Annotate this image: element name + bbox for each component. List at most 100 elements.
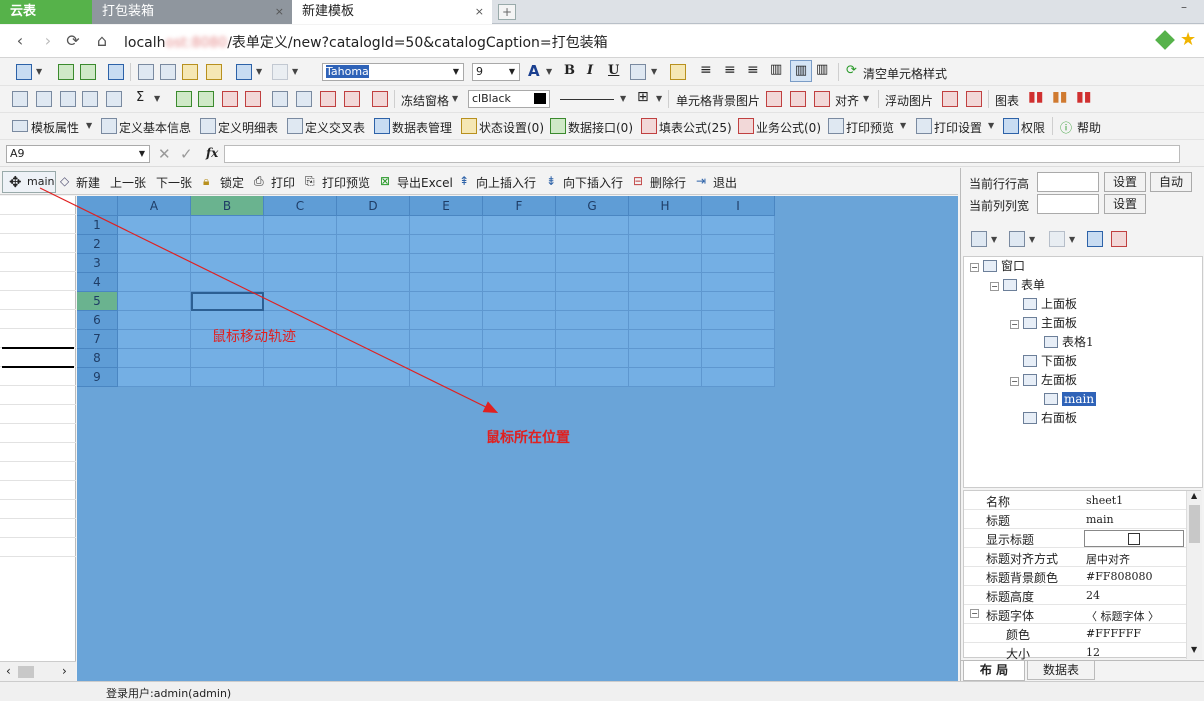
left-grid-row[interactable] <box>0 196 76 215</box>
barcode-icon[interactable]: ▥ <box>790 60 812 82</box>
grid-cell[interactable] <box>337 311 410 330</box>
copy-icon[interactable] <box>160 64 176 80</box>
row-header[interactable]: 7 <box>77 330 118 349</box>
grid-cell[interactable] <box>629 311 702 330</box>
tree-node-main-panel[interactable]: − 主面板 <box>1010 314 1077 332</box>
clear-style-button[interactable]: 清空单元格样式 <box>863 65 947 82</box>
left-grid-row[interactable] <box>0 215 76 234</box>
left-grid-row[interactable] <box>0 329 76 348</box>
table-icon[interactable] <box>60 91 76 107</box>
grid-cell[interactable] <box>337 216 410 235</box>
grid-cell[interactable] <box>264 235 337 254</box>
row-header[interactable]: 8 <box>77 349 118 368</box>
forward-icon[interactable]: › <box>38 31 58 51</box>
print-settings-button[interactable]: 打印设置 <box>934 119 982 136</box>
scroll-thumb[interactable] <box>1189 505 1200 543</box>
percent-icon[interactable] <box>372 91 388 107</box>
underline-icon[interactable]: U <box>608 63 619 78</box>
insert-icon[interactable] <box>176 91 192 107</box>
tree-node-table1[interactable]: 表格1 <box>1044 333 1094 351</box>
grid-cell[interactable] <box>556 254 629 273</box>
grid-cell[interactable] <box>702 273 775 292</box>
row-header[interactable]: 6 <box>77 311 118 330</box>
chevron-down-icon[interactable]: ▼ <box>154 94 160 103</box>
column-header[interactable]: D <box>337 196 410 216</box>
star-icon[interactable]: ★ <box>1180 29 1196 50</box>
grid-cell[interactable] <box>337 368 410 387</box>
column-header[interactable]: F <box>483 196 556 216</box>
print-preview-button[interactable]: 打印预览 <box>846 119 894 136</box>
paste-icon[interactable] <box>182 64 198 80</box>
split-panel-icon[interactable] <box>1009 231 1025 247</box>
tree-node-window[interactable]: − 窗口 <box>970 257 1025 275</box>
grid-cell[interactable] <box>264 273 337 292</box>
grid-cell[interactable] <box>702 254 775 273</box>
chevron-down-icon[interactable]: ▼ <box>620 94 626 103</box>
undo-icon[interactable] <box>236 64 252 80</box>
color-select[interactable]: clBlack <box>468 90 550 108</box>
scroll-left-icon[interactable]: ‹ <box>6 664 11 678</box>
grid-cell[interactable] <box>702 235 775 254</box>
grid-cell[interactable] <box>337 254 410 273</box>
fill-formula-button[interactable]: 填表公式(25) <box>659 119 732 136</box>
grid-icon[interactable] <box>1087 231 1103 247</box>
grid-cell[interactable] <box>702 368 775 387</box>
minimize-button[interactable]: – <box>1174 0 1194 18</box>
grid-cell[interactable] <box>629 216 702 235</box>
property-value[interactable]: 居中对齐 <box>1086 551 1130 567</box>
left-grid-row[interactable] <box>0 405 76 424</box>
grid-cell[interactable] <box>629 235 702 254</box>
grid-cell[interactable] <box>556 273 629 292</box>
split-icon[interactable] <box>320 91 336 107</box>
vertical-scrollbar[interactable]: ▲ ▼ <box>1186 491 1202 659</box>
grid-cell[interactable] <box>483 292 556 311</box>
grid-cell[interactable] <box>702 311 775 330</box>
grid-cell[interactable] <box>118 254 191 273</box>
close-icon[interactable]: × <box>475 0 484 24</box>
split-icon[interactable] <box>344 91 360 107</box>
line-style-preview[interactable] <box>560 99 614 100</box>
chevron-down-icon[interactable]: ▼ <box>988 121 994 130</box>
delete-icon[interactable] <box>222 91 238 107</box>
grid-cell[interactable] <box>118 273 191 292</box>
left-grid-row[interactable] <box>0 519 76 538</box>
grid-cell[interactable] <box>629 330 702 349</box>
column-header[interactable]: I <box>702 196 775 216</box>
left-grid-row[interactable] <box>0 386 76 405</box>
tree-node-right-panel[interactable]: 右面板 <box>1023 409 1077 427</box>
grid-cell[interactable] <box>556 330 629 349</box>
property-value[interactable]: #FF808080 <box>1086 570 1152 583</box>
auto-button[interactable]: 自动 <box>1150 172 1192 192</box>
chart-button[interactable]: 图表 <box>995 92 1019 109</box>
grid-cell[interactable] <box>410 349 483 368</box>
grid-cell[interactable] <box>337 273 410 292</box>
left-grid-row[interactable] <box>0 462 76 481</box>
add-image-icon[interactable] <box>942 91 958 107</box>
chevron-down-icon[interactable]: ▼ <box>1069 235 1075 244</box>
left-grid-row[interactable] <box>0 272 76 291</box>
grid-cell[interactable] <box>118 235 191 254</box>
help-button[interactable]: 帮助 <box>1077 119 1101 136</box>
extension-icon[interactable] <box>1155 30 1175 50</box>
chevron-down-icon[interactable]: ▼ <box>256 67 262 76</box>
cancel-icon[interactable]: ✕ <box>158 145 171 163</box>
chevron-down-icon[interactable]: ▼ <box>900 121 906 130</box>
row-header[interactable]: 5 <box>77 292 118 311</box>
grid-cell[interactable] <box>337 330 410 349</box>
grid-cell[interactable] <box>264 349 337 368</box>
property-row[interactable]: − 标题字体 〈 标题字体 〉 <box>964 605 1186 624</box>
define-basic-button[interactable]: 定义基本信息 <box>119 119 191 136</box>
grid-cell[interactable] <box>191 235 264 254</box>
chevron-down-icon[interactable]: ▼ <box>651 67 657 76</box>
table-icon[interactable] <box>82 91 98 107</box>
property-value[interactable]: 〈 标题字体 〉 <box>1086 608 1159 624</box>
grid-cell[interactable] <box>337 292 410 311</box>
left-grid-row[interactable] <box>0 234 76 253</box>
print-preview-button[interactable]: 打印预览 <box>322 174 370 191</box>
grid-cell[interactable] <box>629 292 702 311</box>
bar-chart-icon[interactable]: ▮▮ <box>1076 89 1091 105</box>
chevron-down-icon[interactable]: ▼ <box>292 67 298 76</box>
new-tab-button[interactable]: + <box>498 4 516 20</box>
row-height-input[interactable] <box>1037 172 1099 192</box>
left-grid-row[interactable] <box>0 291 76 310</box>
